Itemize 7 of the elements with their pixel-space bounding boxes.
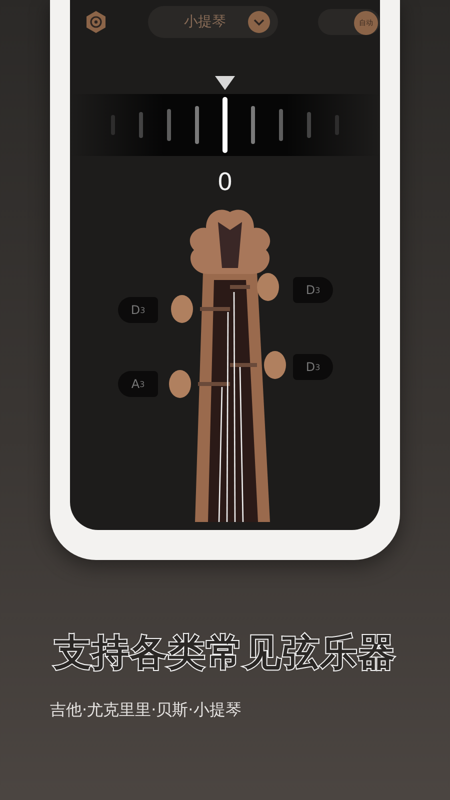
instrument-dropdown[interactable]: 小提琴 [148,6,278,38]
pointer-icon [215,76,235,90]
subtitle: 吉他·尤克里里·贝斯·小提琴 [50,700,242,721]
chevron-down-icon [248,11,270,33]
settings-icon[interactable] [84,10,108,34]
headline: 支持各类常见弦乐器 [54,630,396,676]
cents-reading: 0 [217,168,233,196]
